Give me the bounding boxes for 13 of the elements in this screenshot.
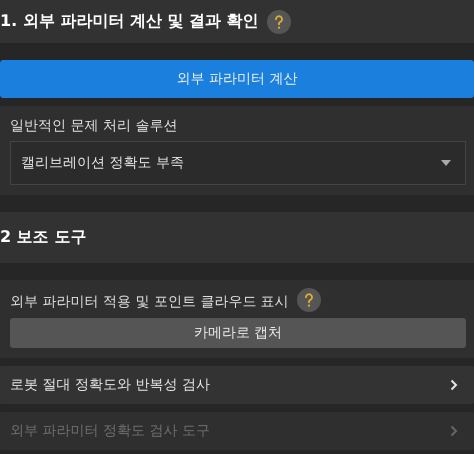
- calculate-button[interactable]: 외부 파라미터 계산: [0, 60, 474, 98]
- chevron-right-icon: [450, 425, 458, 437]
- section-title: 2 보조 도구: [0, 227, 86, 248]
- capture-button[interactable]: 카메라로 캡처: [10, 318, 466, 348]
- section-title: 1. 외부 파라미터 계산 및 결과 확인: [0, 11, 259, 32]
- panel-label: 일반적인 문제 처리 솔루션: [10, 117, 178, 135]
- help-icon[interactable]: [266, 10, 291, 34]
- menu-row[interactable]: 로봇 절대 정확도와 반복성 검사: [0, 366, 474, 404]
- help-icon[interactable]: [296, 288, 321, 312]
- caret-icon: [441, 160, 451, 166]
- panel-label: 외부 파라미터 적용 및 포인트 클라우드 표시: [10, 292, 289, 310]
- dropdown-field[interactable]: 캘리브레이션 정확도 부족: [10, 141, 466, 185]
- chevron-right-icon: [450, 379, 458, 391]
